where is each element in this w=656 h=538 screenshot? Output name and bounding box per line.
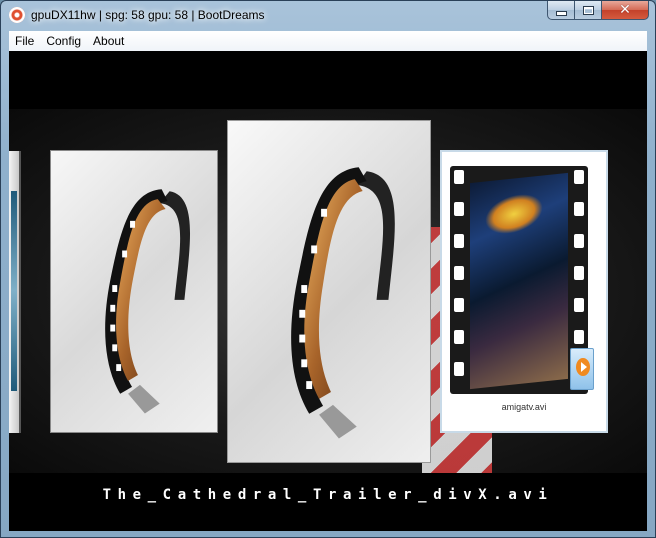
cover-video-thumbnail[interactable]: amigatv.avi (440, 150, 608, 433)
caption-buttons: ✕ (547, 1, 649, 21)
app-window: gpuDX11hw | spg: 58 gpu: 58 | BootDreams… (0, 0, 656, 538)
title-bar[interactable]: gpuDX11hw | spg: 58 gpu: 58 | BootDreams… (1, 1, 655, 31)
coverflow-view[interactable]: amigatv.avi The_Cathedral_Trailer_divX.a… (9, 51, 647, 531)
cover-filename: amigatv.avi (501, 402, 547, 412)
maximize-icon (582, 5, 594, 15)
play-button[interactable] (570, 348, 594, 390)
film-reel-icon (105, 189, 191, 414)
film-sprockets-left (453, 170, 465, 390)
minimize-icon (555, 10, 567, 16)
minimize-button[interactable] (547, 1, 575, 20)
current-item-title: The_Cathedral_Trailer_divX.avi (102, 487, 554, 503)
close-icon: ✕ (619, 2, 631, 18)
menu-bar: File Config About (9, 31, 647, 52)
cover-edge-art (11, 191, 17, 391)
title-bar-bottom: The_Cathedral_Trailer_divX.avi (9, 473, 647, 531)
menu-config[interactable]: Config (40, 31, 87, 51)
play-icon (576, 358, 590, 376)
cover-partial-left[interactable] (9, 151, 21, 433)
menu-about[interactable]: About (87, 31, 130, 51)
cover-film-reel-left[interactable] (50, 150, 218, 433)
window-title: gpuDX11hw | spg: 58 gpu: 58 | BootDreams (31, 8, 265, 22)
app-icon[interactable] (9, 7, 25, 23)
cover-film-reel-selected[interactable] (227, 120, 431, 463)
close-button[interactable]: ✕ (602, 1, 649, 20)
maximize-button[interactable] (575, 1, 602, 20)
video-thumbnail (450, 166, 588, 394)
film-reel-icon (291, 167, 395, 439)
menu-file[interactable]: File (9, 31, 40, 51)
